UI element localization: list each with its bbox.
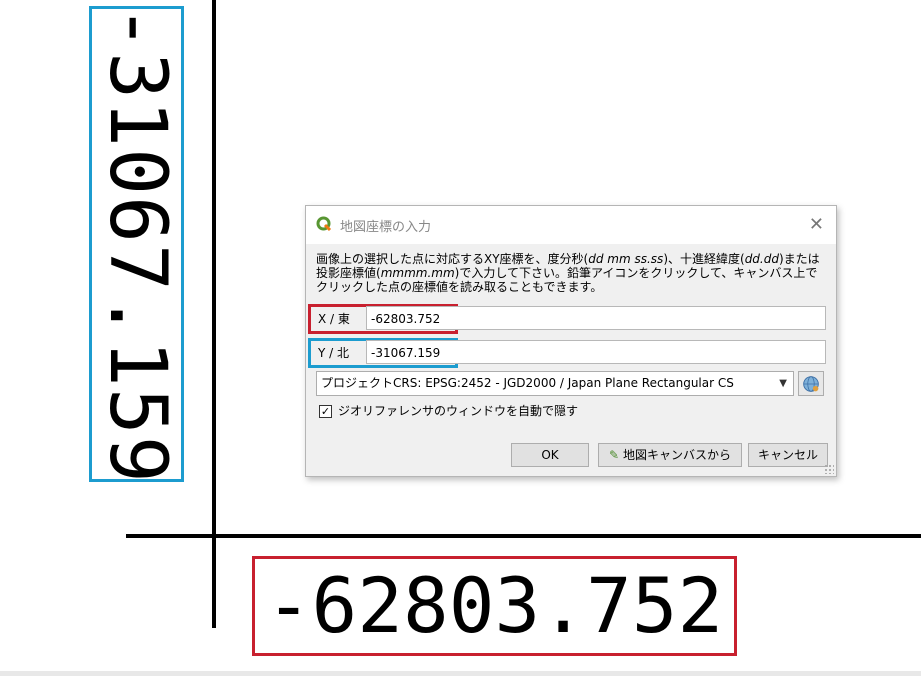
x-value-magnified: -62803.752 [265, 561, 724, 650]
chevron-down-icon: ▼ [779, 378, 787, 389]
x-east-row: X / 東 -62803.752 [308, 306, 828, 332]
y-value-magnified: -31067.159 [91, 6, 182, 482]
instructions-text: 画像上の選択した点に対応するXY座標を、度分秒(dd mm ss.ss)、十進経… [316, 252, 820, 294]
from-map-canvas-label: 地図キャンバスから [622, 448, 731, 462]
x-value-magnified-box: -62803.752 [252, 556, 737, 656]
horizontal-axis-line [126, 534, 921, 538]
pencil-icon: ✎ [609, 448, 620, 462]
resize-grip[interactable] [824, 464, 834, 474]
y-value-magnified-box: -31067.159 [89, 6, 184, 482]
crs-select-value: プロジェクトCRS: EPSG:2452 - JGD2000 / Japan P… [321, 376, 734, 390]
cancel-button[interactable]: キャンセル [748, 443, 828, 467]
from-map-canvas-button[interactable]: ✎ 地図キャンバスから [598, 443, 742, 467]
crs-selector-button[interactable] [798, 371, 824, 396]
ok-button[interactable]: OK [511, 443, 589, 467]
enter-map-coordinates-dialog: 地図座標の入力 ✕ 画像上の選択した点に対応するXY座標を、度分秒(dd mm … [305, 205, 837, 477]
auto-hide-checkbox[interactable]: ✓ [319, 405, 332, 418]
auto-hide-label: ジオリファレンサのウィンドウを自動で隠す [338, 404, 579, 418]
x-east-input[interactable]: -62803.752 [366, 306, 826, 330]
close-icon[interactable]: ✕ [809, 214, 824, 235]
crs-select[interactable]: プロジェクトCRS: EPSG:2452 - JGD2000 / Japan P… [316, 371, 794, 396]
globe-icon [803, 376, 819, 392]
title-bar: 地図座標の入力 ✕ [306, 206, 836, 244]
bottom-strip [0, 671, 921, 676]
qgis-icon [316, 216, 332, 232]
y-north-label: Y / 北 [318, 346, 350, 360]
x-east-label: X / 東 [318, 312, 350, 326]
dialog-title: 地図座標の入力 [340, 220, 432, 235]
y-north-row: Y / 北 -31067.159 [308, 340, 828, 366]
y-north-input[interactable]: -31067.159 [366, 340, 826, 364]
